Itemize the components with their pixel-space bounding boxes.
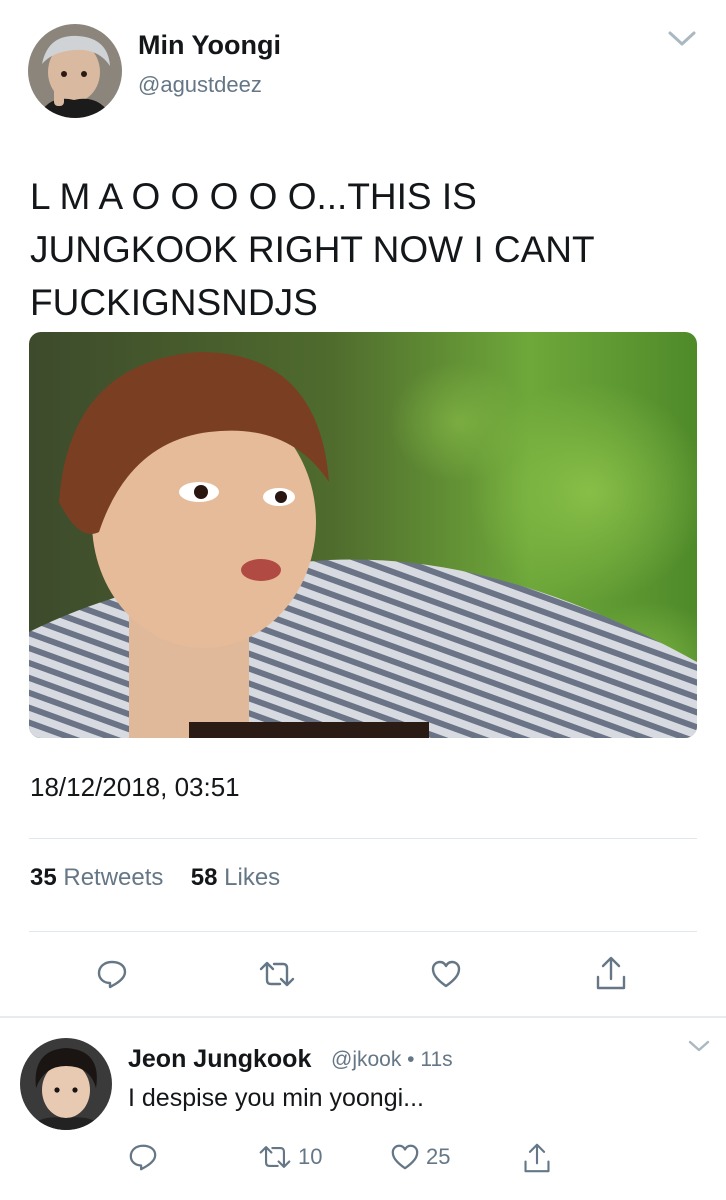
- tweet-photo[interactable]: [29, 332, 697, 738]
- handle[interactable]: @agustdeez: [138, 72, 262, 98]
- retweet-icon: [259, 1146, 291, 1168]
- tweet-stats: 35 Retweets 58 Likes: [30, 864, 280, 892]
- retweet-count[interactable]: 35: [30, 864, 57, 891]
- heart-icon: [391, 1144, 419, 1170]
- divider: [29, 838, 697, 839]
- heart-icon: [431, 960, 461, 988]
- divider: [29, 931, 697, 932]
- avatar[interactable]: [20, 1038, 112, 1130]
- share-icon: [524, 1143, 550, 1173]
- retweet-count: 10: [298, 1144, 323, 1169]
- tweet-text-line: L M A O O O O O...THIS IS: [30, 176, 477, 217]
- reply-button[interactable]: [128, 1142, 158, 1172]
- tweet-text: L M A O O O O O...THIS IS JUNGKOOK RIGHT…: [30, 170, 690, 329]
- like-button[interactable]: [430, 958, 462, 990]
- display-name[interactable]: Min Yoongi: [138, 30, 281, 61]
- timestamp[interactable]: 18/12/2018, 03:51: [30, 772, 240, 803]
- like-button[interactable]: 25: [390, 1142, 450, 1172]
- reply-text: I despise you min yoongi...: [128, 1084, 424, 1112]
- retweet-button[interactable]: [258, 958, 296, 990]
- share-button[interactable]: [594, 955, 628, 991]
- retweet-icon: [259, 961, 295, 987]
- handle-and-time[interactable]: @jkook • 11s: [331, 1048, 453, 1072]
- main-tweet: Min Yoongi @agustdeez L M A O O O O O...…: [0, 0, 726, 1016]
- chevron-down-icon[interactable]: [664, 26, 700, 50]
- like-count: 25: [426, 1144, 451, 1169]
- chevron-down-icon[interactable]: [686, 1038, 712, 1054]
- display-name[interactable]: Jeon Jungkook: [128, 1045, 311, 1074]
- retweet-label[interactable]: Retweets: [63, 864, 163, 891]
- like-label[interactable]: Likes: [224, 864, 280, 891]
- avatar[interactable]: [28, 24, 122, 118]
- reply-icon: [97, 960, 127, 989]
- tweet-text-line: JUNGKOOK RIGHT NOW I CANT: [30, 229, 595, 270]
- share-icon: [596, 956, 626, 990]
- reply-icon: [129, 1144, 157, 1171]
- tweet-text-line: FUCKIGNSNDJS: [30, 282, 318, 323]
- like-count[interactable]: 58: [191, 864, 218, 891]
- reply-tweet[interactable]: Jeon Jungkook @jkook • 11s I despise you…: [0, 1018, 726, 1200]
- reply-button[interactable]: [96, 958, 128, 990]
- retweet-button[interactable]: 10: [258, 1142, 322, 1172]
- share-button[interactable]: [522, 1142, 552, 1174]
